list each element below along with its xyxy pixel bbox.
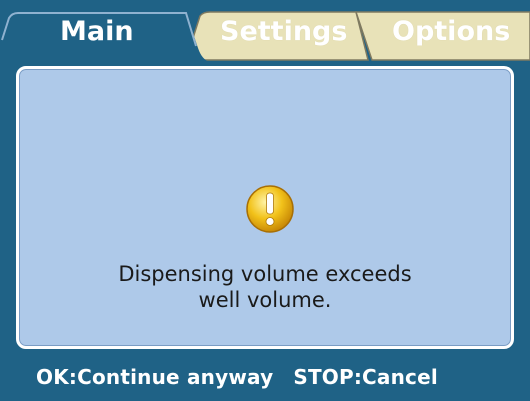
ok-continue-button[interactable]: OK:Continue anyway: [36, 365, 273, 389]
warning-message: Dispensing volume exceeds well volume.: [19, 261, 511, 313]
device-screen: Main Settings Options Dispensing volume …: [0, 0, 530, 401]
softkey-bar: OK:Continue anyway STOP:Cancel: [0, 356, 530, 401]
tab-settings[interactable]: Settings: [220, 16, 347, 48]
tab-main[interactable]: Main: [60, 16, 134, 48]
tab-options[interactable]: Options: [392, 16, 510, 48]
warning-message-line-2: well volume.: [198, 288, 332, 312]
warning-exclamation-icon: [246, 185, 294, 233]
tab-bar: Main Settings Options: [0, 0, 530, 62]
warning-dialog: Dispensing volume exceeds well volume.: [16, 66, 514, 349]
warning-message-line-1: Dispensing volume exceeds: [118, 262, 412, 286]
softkey-hints: OK:Continue anyway STOP:Cancel: [36, 364, 438, 390]
stop-cancel-button[interactable]: STOP:Cancel: [293, 365, 438, 389]
